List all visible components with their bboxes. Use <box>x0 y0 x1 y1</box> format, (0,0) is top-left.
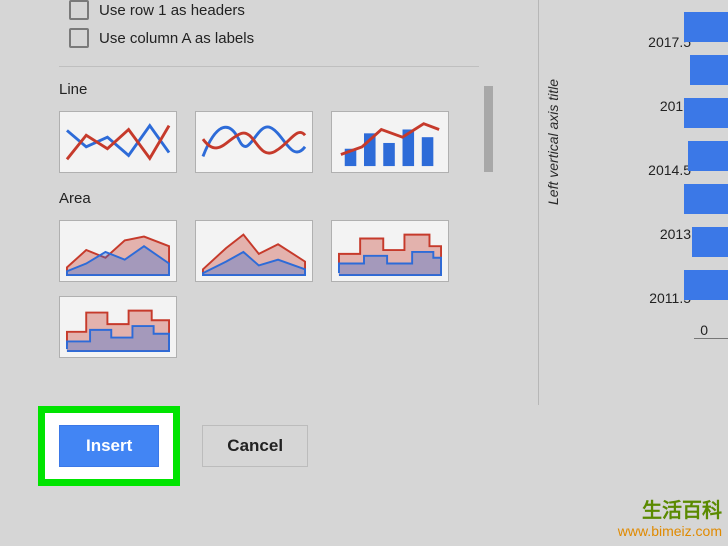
option-label: Use column A as labels <box>99 30 254 47</box>
bar <box>690 55 728 85</box>
chart-type-line-smooth[interactable] <box>195 111 313 173</box>
y-tick: 2017.5 <box>631 34 691 50</box>
option-row-2[interactable]: Use column A as labels <box>69 28 511 48</box>
y-tick: 2014.5 <box>631 162 691 178</box>
option-row-1[interactable]: Use row 1 as headers <box>69 0 511 20</box>
bar <box>684 12 728 42</box>
line-thumbnails <box>59 104 511 180</box>
x-axis-origin: 0 <box>700 322 708 338</box>
watermark-brand: 生活百科 <box>618 499 722 523</box>
divider <box>59 66 479 67</box>
chart-type-line-basic[interactable] <box>59 111 177 173</box>
watermark-url: www.bimeiz.com <box>618 523 722 540</box>
watermark: 生活百科 www.bimeiz.com <box>618 499 722 540</box>
y-axis-title: Left vertical axis title <box>545 79 561 205</box>
bar-preview <box>684 0 728 340</box>
section-title-line: Line <box>59 81 511 98</box>
chart-type-combo[interactable] <box>331 111 449 173</box>
insert-button[interactable]: Insert <box>59 425 159 467</box>
bar <box>684 98 728 128</box>
y-tick: 2016 <box>631 98 691 114</box>
chart-preview-pane: Left vertical axis title 2017.5 2016 201… <box>538 0 728 405</box>
checkbox-icon[interactable] <box>69 28 89 48</box>
section-title-area: Area <box>59 190 511 207</box>
chart-type-area-stacked[interactable] <box>195 220 313 282</box>
chart-type-area-step-stacked[interactable] <box>59 296 177 358</box>
area-thumbnails <box>59 213 511 365</box>
checkbox-icon[interactable] <box>69 0 89 20</box>
chart-type-area-basic[interactable] <box>59 220 177 282</box>
bar <box>684 270 728 300</box>
x-axis-line <box>694 338 728 339</box>
chart-type-area-step[interactable] <box>331 220 449 282</box>
dialog-actions: Insert Cancel <box>38 406 308 486</box>
scrollbar[interactable] <box>484 86 493 172</box>
y-tick: 2013 <box>631 226 691 242</box>
instruction-highlight: Insert <box>38 406 180 486</box>
bar <box>684 184 728 214</box>
bar <box>688 141 728 171</box>
bar <box>692 227 728 257</box>
cancel-button[interactable]: Cancel <box>202 425 308 467</box>
option-label: Use row 1 as headers <box>99 2 245 19</box>
chart-editor-panel: Use row 1 as headers Use column A as lab… <box>41 0 511 365</box>
y-tick: 2011.5 <box>631 290 691 306</box>
